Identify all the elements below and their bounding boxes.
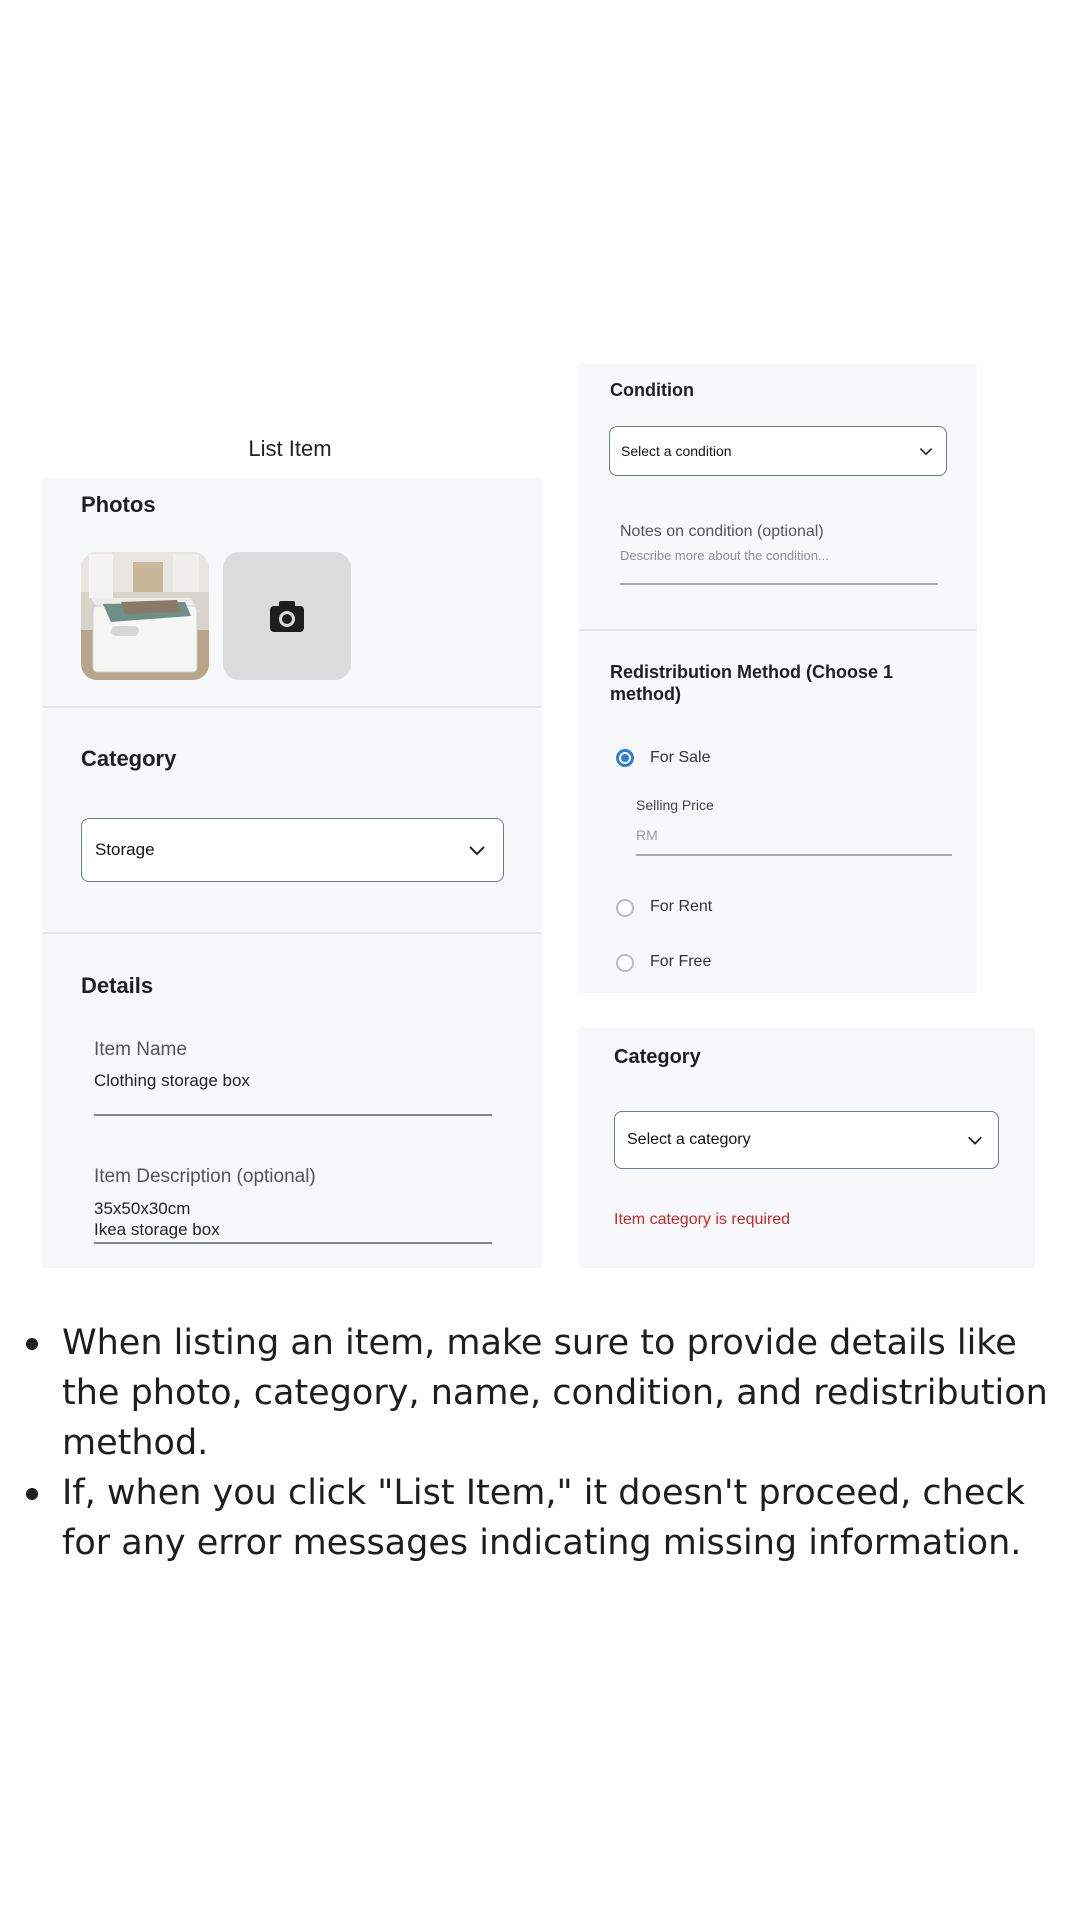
item-description-line: 35x50x30cm [94, 1199, 191, 1218]
instruction-item: When listing an item, make sure to provi… [22, 1318, 1062, 1468]
item-description-underline [94, 1242, 492, 1244]
camera-icon [270, 601, 304, 632]
add-photo-button[interactable] [223, 552, 351, 680]
chevron-down-icon [919, 448, 933, 456]
for-rent-radio[interactable] [616, 899, 634, 917]
section-divider [579, 629, 977, 631]
redistribution-heading: Redistribution Method (Choose 1 method) [610, 662, 893, 704]
details-heading: Details [81, 973, 154, 998]
condition-notes-underline [620, 583, 938, 585]
selling-price-underline [636, 854, 952, 856]
category-heading: Category [614, 1046, 701, 1068]
item-name-label: Item Name [94, 1039, 187, 1060]
condition-select[interactable]: Select a condition [609, 426, 947, 476]
item-description-input[interactable]: 35x50x30cm Ikea storage box [94, 1198, 492, 1240]
condition-heading: Condition [610, 380, 694, 400]
category-select-value: Storage [95, 840, 155, 859]
for-sale-radio[interactable] [616, 749, 634, 767]
category-select[interactable]: Storage [81, 818, 504, 882]
photos-heading: Photos [81, 492, 156, 517]
for-sale-label: For Sale [650, 749, 711, 766]
for-free-radio[interactable] [616, 954, 634, 972]
selling-price-label: Selling Price [636, 797, 714, 813]
selling-price-input[interactable]: RM [636, 827, 952, 843]
category-heading: Category [81, 746, 177, 771]
for-free-label: For Free [650, 953, 712, 970]
condition-notes-input[interactable]: Describe more about the condition... [620, 548, 938, 563]
section-divider [42, 706, 542, 708]
item-name-input[interactable]: Clothing storage box [94, 1071, 250, 1091]
item-name-underline [94, 1114, 492, 1116]
category-select-placeholder: Select a category [627, 1131, 751, 1148]
instruction-item: If, when you click "List Item," it doesn… [22, 1468, 1062, 1568]
item-description-label: Item Description (optional) [94, 1166, 316, 1187]
instructions-list: When listing an item, make sure to provi… [22, 1318, 1062, 1568]
condition-select-placeholder: Select a condition [621, 443, 732, 459]
for-rent-label: For Rent [650, 898, 713, 915]
page-title: List Item [248, 436, 332, 461]
item-description-line: Ikea storage box [94, 1220, 220, 1239]
condition-notes-label: Notes on condition (optional) [620, 523, 824, 540]
storage-box-photo [81, 552, 209, 680]
category-select-empty[interactable]: Select a category [614, 1111, 999, 1169]
category-error-message: Item category is required [614, 1211, 791, 1228]
section-divider [42, 932, 542, 934]
item-photo-thumbnail[interactable] [81, 552, 209, 680]
chevron-down-icon [968, 1136, 982, 1145]
chevron-down-icon [469, 846, 485, 856]
